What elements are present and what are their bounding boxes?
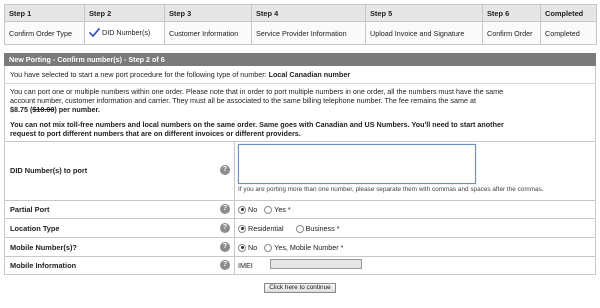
column-divider	[234, 142, 235, 200]
selected-type-value: Local Canadian number	[268, 70, 351, 79]
location-type-label: Location Type	[10, 224, 60, 233]
section-title: New Porting - Confirm number(s) - Step 2…	[4, 53, 596, 66]
fee-suffix: ) per number.	[54, 105, 100, 114]
partial-port-no-label: No	[248, 205, 258, 214]
location-residential-radio[interactable]	[238, 224, 246, 233]
column-divider	[234, 238, 235, 256]
location-business-label: Business *	[305, 224, 340, 233]
mobile-information-row: Mobile Information ? IMEI	[4, 257, 596, 275]
steps-table: Step 1 Step 2 Step 3 Step 4 Step 5 Step …	[4, 4, 597, 45]
info-paragraph-line: You can port one or multiple numbers wit…	[10, 87, 504, 96]
step-header: Step 2	[84, 4, 165, 22]
question-icon[interactable]: ?	[220, 165, 230, 175]
partial-port-no-radio[interactable]	[238, 205, 246, 214]
partial-port-yes-radio[interactable]	[264, 205, 273, 214]
step-header: Step 4	[251, 4, 366, 22]
question-icon[interactable]: ?	[220, 204, 230, 214]
partial-port-yes-label: Yes *	[274, 205, 291, 214]
step-header: Step 6	[482, 4, 541, 22]
step-7-value: Completed	[540, 21, 597, 45]
step-3-value: Customer Information	[164, 21, 252, 45]
step-2-value: DID Number(s)	[84, 21, 165, 45]
location-business-radio[interactable]	[295, 224, 304, 233]
check-icon	[89, 27, 100, 39]
fee-line: $8.75 ($10.00) per number.	[10, 105, 100, 114]
step-header: Step 5	[365, 4, 483, 22]
column-divider	[234, 201, 235, 218]
fee-old: $10.00	[32, 105, 55, 114]
step-5-value: Upload Invoice and Signature	[365, 21, 483, 45]
step-header: Step 1	[4, 4, 85, 22]
column-divider	[234, 219, 235, 237]
column-divider	[234, 257, 235, 274]
question-icon[interactable]: ?	[220, 260, 230, 270]
imei-input[interactable]	[270, 259, 362, 269]
step-6-value: Confirm Order	[482, 21, 541, 45]
mobile-information-label: Mobile Information	[10, 261, 77, 270]
step-header: Step 3	[164, 4, 252, 22]
steps-header-row: Step 1 Step 2 Step 3 Step 4 Step 5 Step …	[4, 4, 597, 22]
partial-port-options: No Yes *	[238, 205, 291, 214]
did-label: DID Number(s) to port	[10, 166, 88, 175]
divider	[5, 83, 595, 84]
mobile-number-options: No Yes, Mobile Number *	[238, 243, 343, 252]
question-icon[interactable]: ?	[220, 242, 230, 252]
step-header: Completed	[540, 4, 597, 22]
did-row: DID Number(s) to port ? If you are porti…	[4, 142, 596, 201]
did-hint: If you are porting more than one number,…	[238, 186, 544, 193]
did-numbers-input[interactable]	[238, 144, 476, 184]
location-residential-label: Residential	[248, 224, 284, 233]
mobile-number-label: Mobile Number(s)?	[10, 243, 77, 252]
partial-port-label: Partial Port	[10, 205, 50, 214]
question-icon[interactable]: ?	[220, 223, 230, 233]
location-type-row: Location Type ? Residential Business *	[4, 219, 596, 238]
selected-type-line: You have selected to start a new port pr…	[10, 70, 350, 79]
partial-port-row: Partial Port ? No Yes *	[4, 201, 596, 219]
warning-line: You can not mix toll-free numbers and lo…	[10, 120, 504, 129]
mobile-yes-label: Yes, Mobile Number *	[274, 243, 344, 252]
info-panel: You have selected to start a new port pr…	[4, 66, 596, 142]
fee-new: $8.75 (	[10, 105, 33, 114]
location-type-options: Residential Business *	[238, 224, 340, 233]
continue-button[interactable]: Click here to continue	[264, 283, 336, 293]
warning-line: request to port different numbers that a…	[10, 129, 301, 138]
step-4-value: Service Provider Information	[251, 21, 366, 45]
imei-label: IMEI	[238, 261, 253, 270]
steps-value-row: Confirm Order Type DID Number(s) Custome…	[4, 21, 597, 45]
mobile-yes-radio[interactable]	[264, 243, 273, 252]
step-2-label: DID Number(s)	[102, 27, 151, 37]
mobile-number-row: Mobile Number(s)? ? No Yes, Mobile Numbe…	[4, 238, 596, 257]
info-paragraph-line: account number, customer information and…	[10, 96, 476, 105]
mobile-no-label: No	[248, 243, 258, 252]
selected-type-prefix: You have selected to start a new port pr…	[10, 70, 269, 79]
mobile-no-radio[interactable]	[238, 243, 246, 252]
step-1-value: Confirm Order Type	[4, 21, 85, 45]
